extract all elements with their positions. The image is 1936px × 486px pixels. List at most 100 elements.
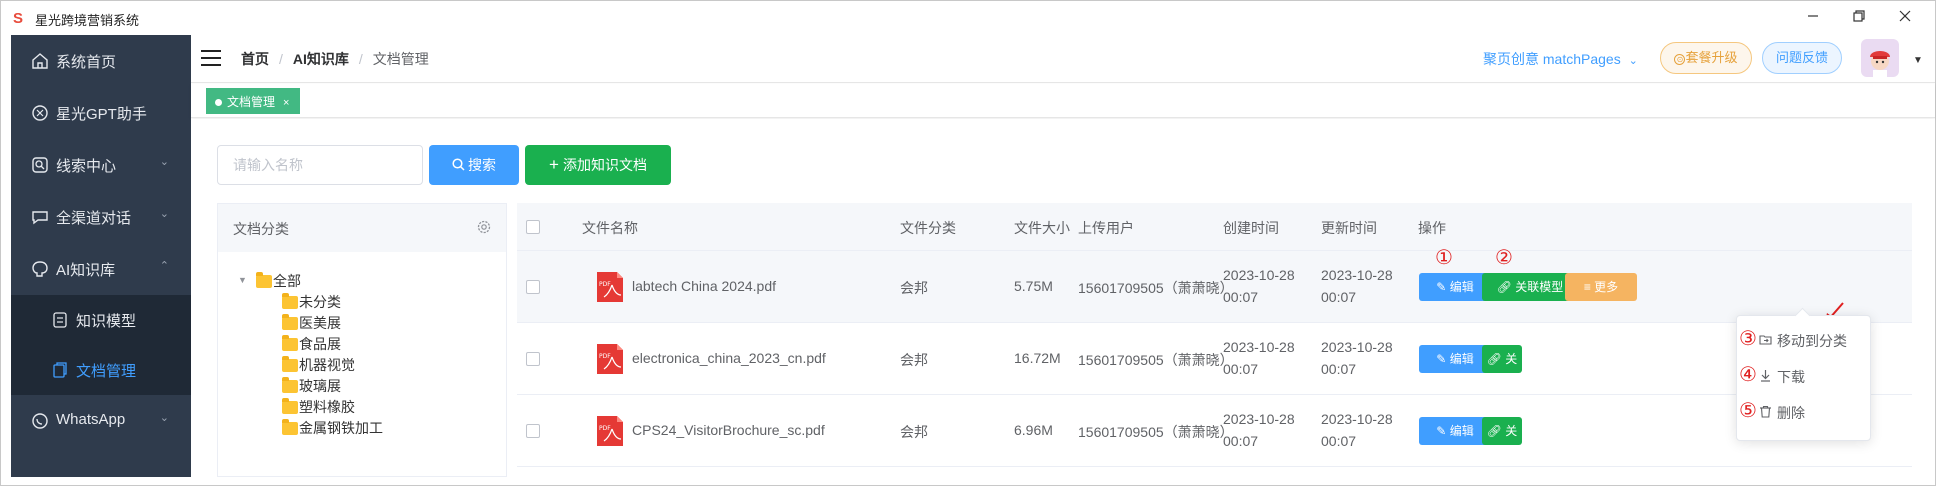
close-window-button[interactable] [1885,5,1925,31]
col-updated: 更新时间 [1321,220,1377,236]
link-model-button[interactable]: 🔗︎ 关 [1482,417,1522,445]
close-icon [1899,10,1911,22]
link-model-button[interactable]: 🔗︎ 关 [1482,345,1522,373]
col-file-name: 文件名称 [582,220,638,236]
edit-icon: ✎ [1436,424,1450,438]
folder-icon [282,293,298,309]
sidebar-item-label: 系统首页 [56,54,117,71]
workspace-dropdown[interactable]: 聚页创意 matchPages ⌄ [1483,49,1638,69]
tree-node-label: 食品展 [299,336,341,352]
marker-3: ③ [1739,328,1757,350]
updated-time: 00:07 [1321,433,1357,449]
tree-node[interactable]: 医美展 [282,313,341,334]
close-tab-icon[interactable]: × [283,97,289,109]
sidebar-item-home[interactable]: 系统首页 [11,35,191,87]
trash-icon [1760,405,1771,418]
sidebar-item-label: 星光GPT助手 [56,106,147,123]
add-document-button[interactable]: + 添加知识文档 [525,145,671,185]
sidebar-item-whatsapp[interactable]: WhatsApp ⌄ [11,395,191,447]
chevron-down-icon: ⌄ [159,156,169,168]
marker-4: ④ [1739,364,1757,386]
file-name[interactable]: CPS24_VisitorBrochure_sc.pdf [632,422,825,438]
breadcrumb-ai-knowledge[interactable]: AI知识库 [293,51,349,67]
tree-node[interactable]: 机器视觉 [282,355,355,376]
sidebar-subitem-label: 知识模型 [76,313,137,330]
col-category: 文件分类 [900,220,956,236]
pdf-icon: PDF [597,272,623,302]
sidebar-item-gpt[interactable]: 星光GPT助手 [11,87,191,139]
more-button[interactable]: ≡ 更多 [1565,273,1637,301]
file-uploader: 15601709505（萧萧晓） [1078,424,1234,440]
sidebar-subitem-label: 文档管理 [76,363,137,380]
gear-icon[interactable] [476,219,492,235]
documents-table: 文件名称 文件分类 文件大小 上传用户 创建时间 更新时间 操作 PDF lab… [517,203,1912,477]
menu-item-label: 删除 [1777,405,1805,421]
tree-node[interactable]: 食品展 [282,334,341,355]
sidebar-subitem-knowledge-model[interactable]: 知识模型 [11,295,191,345]
select-all-checkbox[interactable] [526,220,540,234]
edit-button[interactable]: ✎ 编辑 [1419,345,1491,373]
col-actions: 操作 [1418,220,1446,236]
avatar[interactable] [1861,39,1899,77]
minimize-button[interactable] [1793,5,1833,31]
svg-text:PDF: PDF [599,281,611,288]
link-icon: 🔗︎ [1486,352,1506,366]
active-dot-icon [215,99,222,106]
search-button[interactable]: 搜索 [429,145,519,185]
menu-lines-icon: ≡ [1583,280,1595,294]
folder-icon [282,398,298,414]
chat-icon [32,211,48,225]
breadcrumb-home[interactable]: 首页 [241,51,269,67]
edit-icon: ✎ [1436,352,1450,366]
brain-icon [32,261,48,277]
tree-node-root[interactable]: ▼ 全部 [238,271,301,292]
caret-down-icon[interactable]: ▼ [1913,55,1923,66]
col-created: 创建时间 [1223,220,1279,236]
search-button-label: 搜索 [468,157,496,173]
tree-node[interactable]: 金属钢铁加工 [282,418,383,439]
restore-button[interactable] [1839,5,1879,31]
table-row[interactable]: PDF CPS24_VisitorBrochure_sc.pdf 会邦 6.96… [517,395,1912,467]
tree-node[interactable]: 玻璃展 [282,376,341,397]
tab-document-management[interactable]: 文档管理 × [206,88,301,114]
tree-node[interactable]: 塑料橡胶 [282,397,355,418]
menu-item-move-to-category[interactable]: ③ 移动到分类 [1737,322,1872,358]
sidebar-item-ai-knowledge[interactable]: AI知识库 ⌃ [11,243,191,295]
edit-button[interactable]: ✎ 编辑 [1419,417,1491,445]
tree-node[interactable]: 未分类 [282,292,341,313]
sidebar-item-chat[interactable]: 全渠道对话 ⌄ [11,191,191,243]
file-size: 16.72M [1014,350,1061,366]
sidebar-item-label: WhatsApp [56,411,126,428]
link-model-button[interactable]: 🔗︎ 关联模型 [1482,273,1578,301]
caret-down-icon[interactable]: ▼ [238,275,247,285]
row-checkbox[interactable] [526,280,540,294]
menu-item-delete[interactable]: ⑤ 删除 [1737,394,1872,430]
table-row[interactable]: PDF labtech China 2024.pdf 会邦 5.75M 1560… [517,247,1912,323]
sidebar-subitem-document-management[interactable]: 文档管理 [11,345,191,395]
file-name[interactable]: electronica_china_2023_cn.pdf [632,350,826,366]
row-checkbox[interactable] [526,424,540,438]
file-category: 会邦 [900,424,928,440]
tree-node-label: 金属钢铁加工 [299,420,383,436]
sidebar-item-label: 线索中心 [56,158,117,175]
pdf-icon: PDF [597,416,623,446]
edit-button[interactable]: ✎ 编辑 [1419,273,1491,301]
row-checkbox[interactable] [526,352,540,366]
download-icon [1761,370,1770,382]
search-input[interactable] [217,145,423,185]
menu-toggle-icon[interactable] [201,50,221,66]
tree-node-label: 塑料橡胶 [299,399,355,415]
file-name[interactable]: labtech China 2024.pdf [632,278,776,294]
feedback-button[interactable]: 问题反馈 [1762,42,1842,74]
file-size: 5.75M [1014,278,1053,294]
upgrade-button[interactable]: ⊙ 套餐升级 [1660,42,1752,74]
top-header: 首页 / AI知识库 / 文档管理 聚页创意 matchPages ⌄ ⊙ 套餐升级 问题… [191,35,1935,83]
link-icon: 🔗︎ [1496,280,1516,294]
sidebar-item-clues[interactable]: 线索中心 ⌄ [11,139,191,191]
menu-item-download[interactable]: ④ 下载 [1737,358,1872,394]
created-time: 00:07 [1223,361,1259,377]
pdf-icon: PDF [597,344,623,374]
file-category: 会邦 [900,352,928,368]
table-row[interactable]: PDF electronica_china_2023_cn.pdf 会邦 16.… [517,323,1912,395]
created-date: 2023-10-28 [1223,411,1295,427]
